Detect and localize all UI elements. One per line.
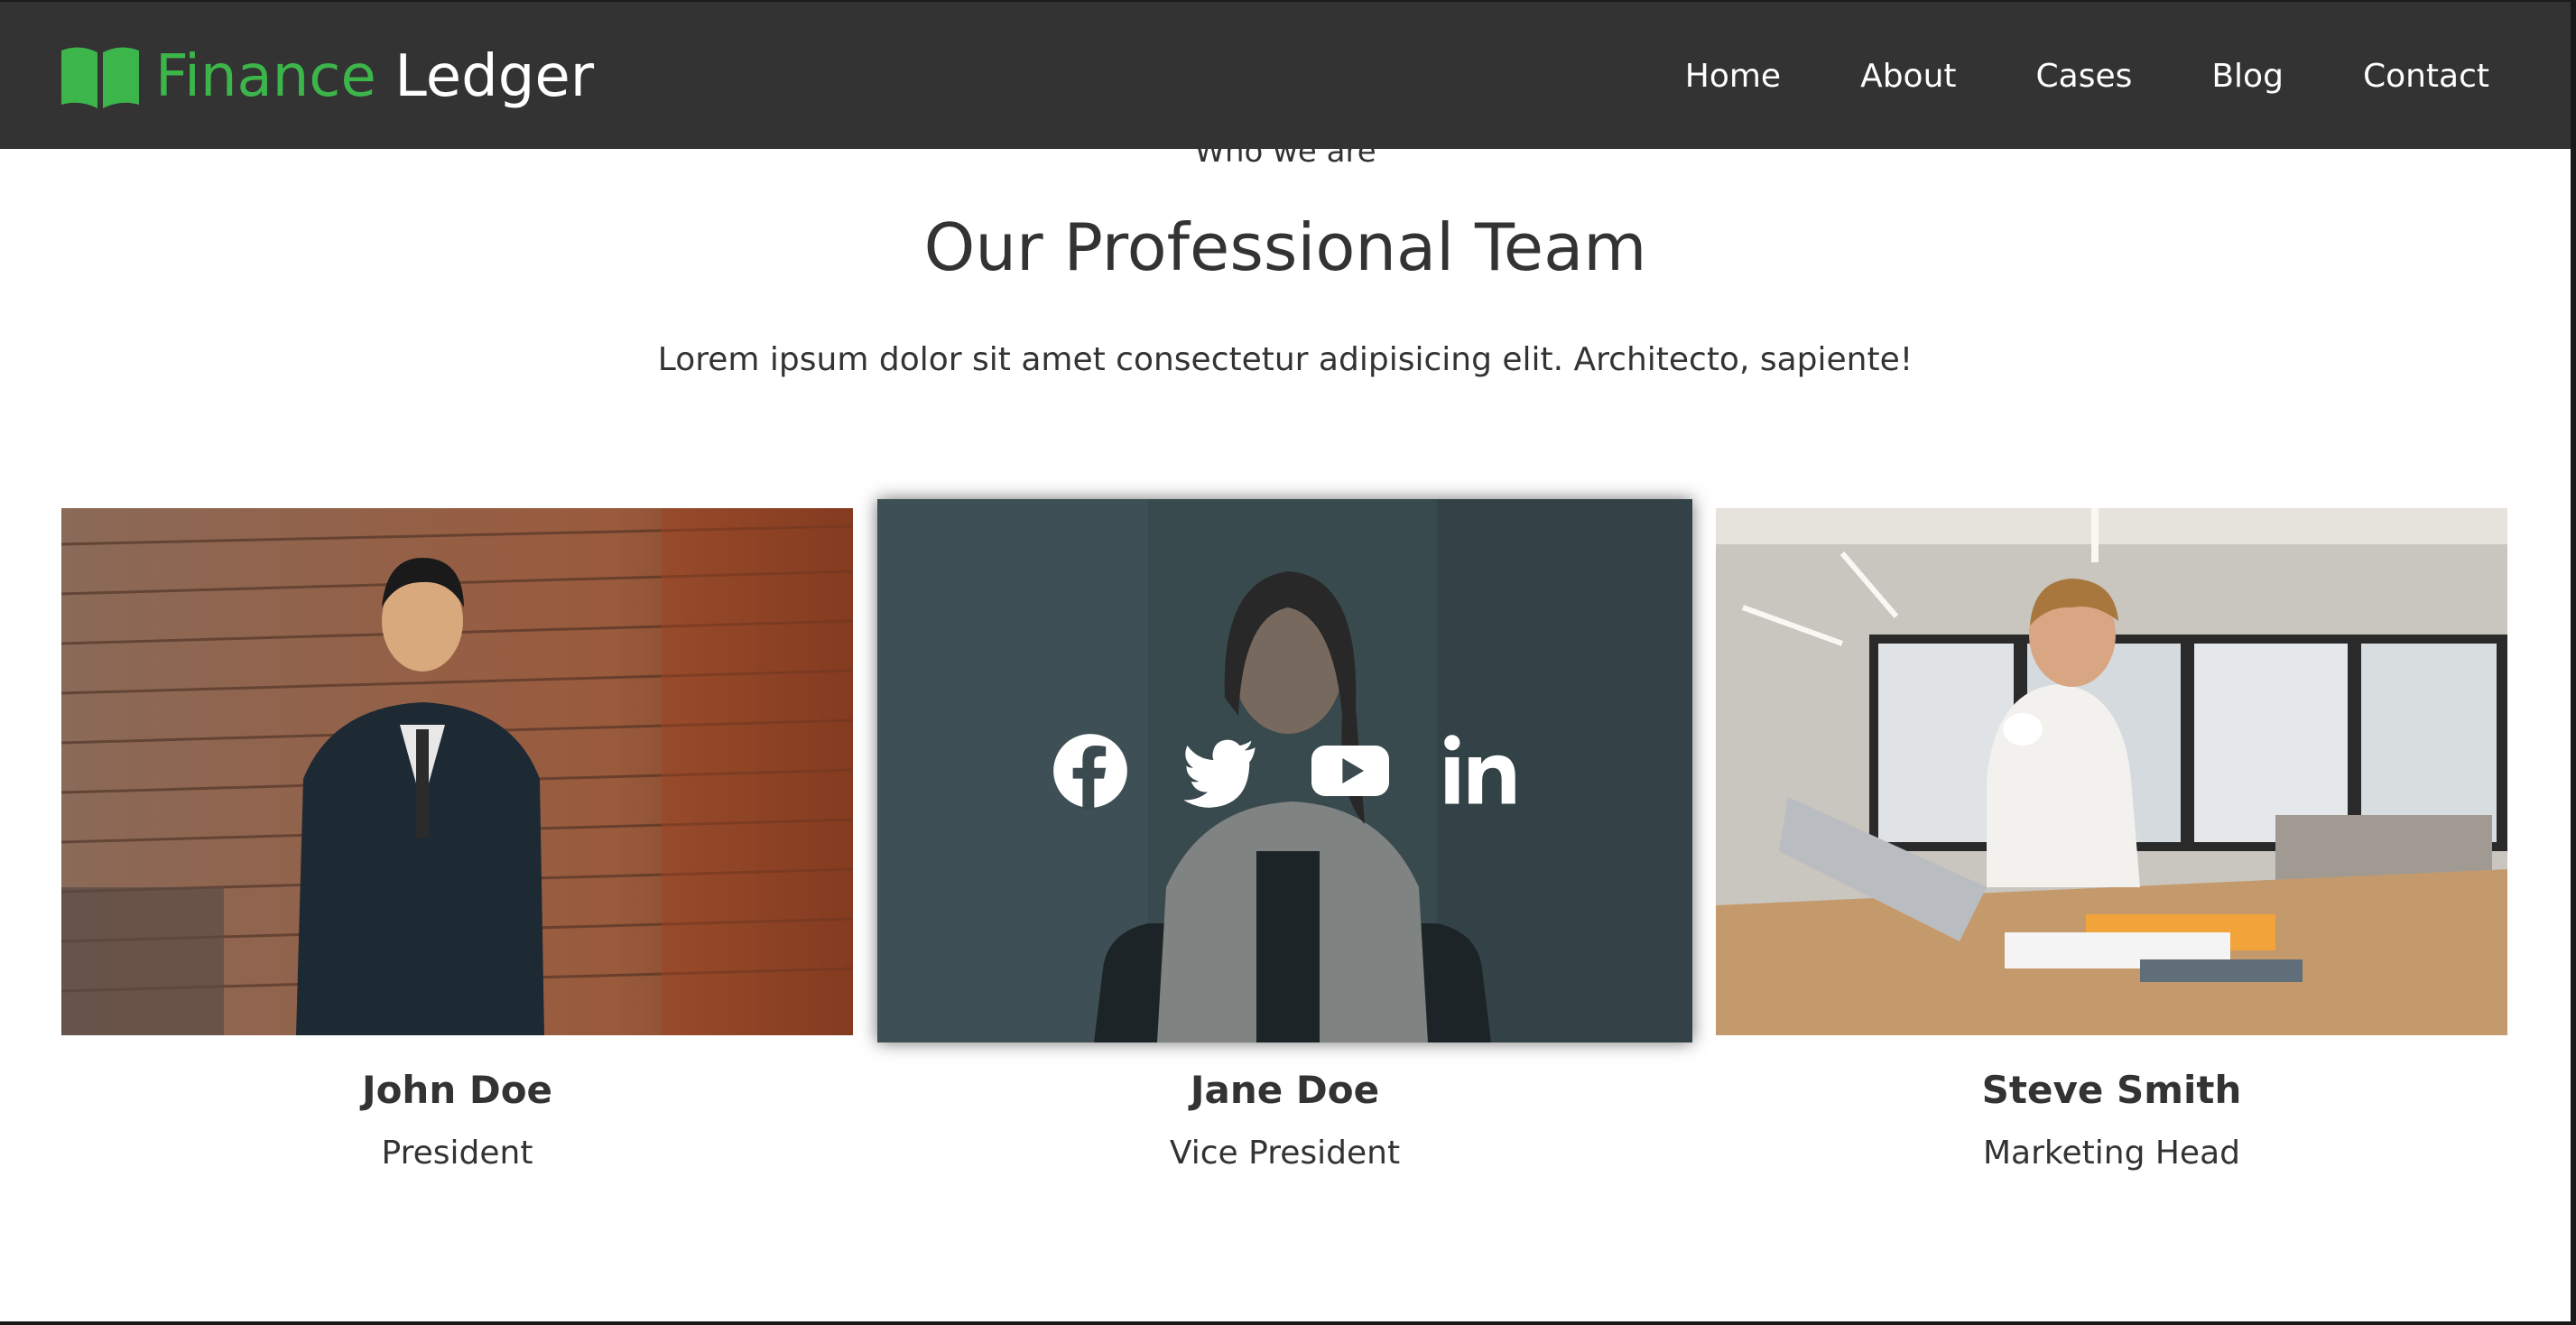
brand-name-finance: Finance bbox=[155, 42, 376, 110]
linkedin-icon[interactable] bbox=[1441, 732, 1519, 810]
nav-blog[interactable]: Blog bbox=[2211, 58, 2284, 95]
nav-contact[interactable]: Contact bbox=[2363, 58, 2489, 95]
brand-name-ledger: Ledger bbox=[394, 42, 595, 110]
member-name: Jane Doe bbox=[1190, 1068, 1380, 1112]
facebook-icon[interactable] bbox=[1052, 732, 1129, 810]
member-role: President bbox=[381, 1135, 533, 1172]
youtube-icon[interactable] bbox=[1311, 732, 1389, 810]
twitter-icon[interactable] bbox=[1181, 732, 1259, 810]
team-card-jane[interactable]: Jane Doe Vice President bbox=[877, 499, 1692, 1194]
brand-name: Finance Ledger bbox=[155, 48, 594, 106]
team-card-steve: Steve Smith Marketing Head bbox=[1716, 508, 2507, 1194]
page-right-edge bbox=[2571, 0, 2576, 1325]
page-bottom-edge bbox=[0, 1321, 2576, 1325]
social-overlay bbox=[877, 499, 1692, 1042]
main-nav: Home About Cases Blog Contact bbox=[1685, 2, 2489, 151]
section-eyebrow: Who we are bbox=[1194, 134, 1376, 170]
team-card-john: John Doe President bbox=[61, 508, 853, 1194]
open-book-icon bbox=[61, 46, 139, 108]
member-role: Vice President bbox=[1169, 1135, 1401, 1172]
top-navbar: Finance Ledger Home About Cases Blog Con… bbox=[0, 0, 2571, 149]
member-name: John Doe bbox=[361, 1068, 553, 1112]
member-role: Marketing Head bbox=[1983, 1135, 2240, 1172]
nav-home[interactable]: Home bbox=[1685, 58, 1781, 95]
section-description: Lorem ipsum dolor sit amet consectetur a… bbox=[657, 341, 1913, 378]
page-title: Our Professional Team bbox=[923, 209, 1647, 285]
nav-cases[interactable]: Cases bbox=[2036, 58, 2133, 95]
brand-logo[interactable]: Finance Ledger bbox=[60, 38, 594, 115]
nav-about[interactable]: About bbox=[1860, 58, 1956, 95]
member-photo bbox=[1716, 508, 2507, 1035]
member-photo bbox=[877, 499, 1692, 1042]
member-photo bbox=[61, 508, 853, 1035]
member-name: Steve Smith bbox=[1981, 1068, 2242, 1112]
